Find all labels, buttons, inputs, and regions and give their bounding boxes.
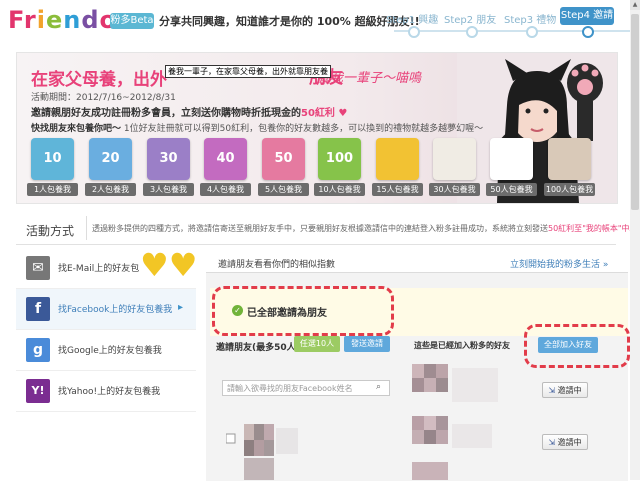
section-divider bbox=[16, 244, 616, 245]
banner-description: 邀請親朋好友成功註冊粉多會員，立刻送你購物時折抵現金的50紅利 ♥ bbox=[31, 104, 347, 119]
reward-badge-3: 30 bbox=[147, 138, 190, 180]
reward-badge-label: 100人包養我 bbox=[544, 183, 595, 196]
friend-search-input[interactable]: 請輸入欲尋找的朋友Facebook姓名 bbox=[222, 380, 390, 396]
joined-friends-heading: 這些是已經加入粉多的好友 bbox=[414, 341, 510, 350]
yahoo-icon: Y! bbox=[26, 379, 50, 403]
send-invite-button[interactable]: 發送邀請 bbox=[344, 336, 390, 352]
facebook-add-icon: ⇲ bbox=[548, 438, 556, 447]
select-ten-button[interactable]: 任選10人 bbox=[294, 336, 340, 352]
inviting-button[interactable]: ⇲ 邀請中 bbox=[542, 434, 588, 450]
step-4-dot bbox=[582, 26, 594, 38]
inviting-button[interactable]: ⇲ 邀請中 bbox=[542, 382, 588, 398]
banner-subtext-bold: 快找朋友來包養你吧～ bbox=[31, 124, 122, 134]
reward-badge-number: 20 bbox=[101, 151, 120, 166]
reward-badge-6: 100 bbox=[318, 138, 361, 180]
reward-badge-label: 10人包養我 bbox=[314, 183, 365, 196]
tagline: 分享共同興趣，知道誰才是你的 100% 超級好朋友!! bbox=[159, 15, 420, 28]
reward-badge-label: 2人包養我 bbox=[85, 183, 136, 196]
reward-badge-number: 10 bbox=[43, 151, 62, 166]
inviting-label: 邀請中 bbox=[557, 438, 582, 447]
friendo-logo[interactable]: Friendo bbox=[8, 6, 117, 34]
envelope-icon: ✉ bbox=[26, 256, 50, 280]
search-icon[interactable]: ⌕ bbox=[376, 382, 381, 392]
reward-badge-number: 40 bbox=[216, 151, 235, 166]
sidebar-item-label: 找Facebook上的好友包養我 bbox=[58, 305, 173, 315]
chevron-right-icon: ▸ bbox=[178, 302, 184, 313]
sidebar-item-google[interactable]: g 找Google上的好友包養我 bbox=[16, 330, 196, 371]
banner-subtext-body: 1位好友註冊就可以得到50紅利，包養你的好友數越多，可以換到的禮物就越多越夢幻喔… bbox=[123, 124, 484, 134]
step-1-dot bbox=[408, 26, 420, 38]
reward-badge-7 bbox=[376, 138, 419, 180]
howto-label: 活動方式 bbox=[26, 224, 75, 238]
reward-badge-4: 40 bbox=[204, 138, 247, 180]
reward-badge-label: 15人包養我 bbox=[372, 183, 423, 196]
event-date: 活動期間：2012/7/16~2012/8/31 bbox=[31, 93, 176, 103]
step-2: Step2 朋友 bbox=[444, 15, 497, 26]
howto-divider bbox=[86, 216, 87, 240]
reward-badge-10 bbox=[548, 138, 591, 180]
scroll-up-icon[interactable]: ▲ bbox=[630, 0, 640, 10]
sidebar-item-yahoo[interactable]: Y! 找Yahoo!上的好友包養我 bbox=[16, 371, 196, 412]
reward-badge-label: 5人包養我 bbox=[258, 183, 309, 196]
scrollbar-thumb[interactable] bbox=[631, 14, 639, 210]
hearts-decoration-icon: ♥♥ bbox=[140, 246, 198, 284]
step-1: Step1 興趣 bbox=[386, 15, 439, 26]
check-icon: ✓ bbox=[232, 305, 243, 316]
banner-subtext: 快找朋友來包養你吧～ 1位好友註冊就可以得到50紅利，包養你的好友數越多，可以換… bbox=[31, 121, 483, 134]
facebook-icon: f bbox=[26, 297, 50, 321]
banner-tooltip: 養我一輩子，在家靠父母養，出外就靠朋友養 bbox=[165, 65, 331, 78]
inviting-label: 邀請中 bbox=[557, 386, 582, 395]
reward-badge-label: 50人包養我 bbox=[486, 183, 537, 196]
step-3-dot bbox=[526, 26, 538, 38]
promo-banner: 在家父母養，出外 朋友 養我一輩子～喵嗚 養我一輩子，在家靠父母養，出外就靠朋友… bbox=[16, 52, 618, 204]
step-2-dot bbox=[466, 26, 478, 38]
sidebar-item-label: 找E-Mail上的好友包 bbox=[58, 264, 140, 274]
reward-badge-number: 30 bbox=[159, 151, 178, 166]
friend-list-item[interactable] bbox=[226, 424, 390, 480]
step-3: Step3 禮物 bbox=[504, 15, 557, 26]
notice-text: 已全部邀請為朋友 bbox=[247, 308, 327, 319]
banner-script-text: 養我一輩子～喵嗚 bbox=[317, 71, 422, 86]
reward-badge-label: 4人包養我 bbox=[200, 183, 251, 196]
steps-progress-line bbox=[394, 30, 634, 32]
howto-text: 透過粉多提供的四種方式，將邀請信寄送至親朋好友手中，只要親朋好友根據邀請信中的連… bbox=[92, 223, 638, 234]
reward-badge-8 bbox=[433, 138, 476, 180]
sidebar-item-label: 找Google上的好友包養我 bbox=[58, 346, 162, 356]
start-fundo-link[interactable]: 立刻開始我的粉多生活 » bbox=[510, 257, 608, 270]
reward-badge-9 bbox=[490, 138, 533, 180]
reward-badge-1: 10 bbox=[31, 138, 74, 180]
reward-badge-label: 30人包養我 bbox=[429, 183, 480, 196]
reward-badge-number: 50 bbox=[274, 151, 293, 166]
reward-badge-2: 20 bbox=[89, 138, 132, 180]
bonus-highlight: 50紅利 bbox=[301, 108, 335, 119]
reward-badge-label: 1人包養我 bbox=[27, 183, 78, 196]
howto-highlight: 50紅利至 bbox=[548, 224, 583, 233]
invite-friends-heading: 邀請朋友(最多50人) bbox=[216, 343, 300, 353]
reward-badge-label: 3人包養我 bbox=[143, 183, 194, 196]
facebook-add-icon: ⇲ bbox=[548, 386, 556, 395]
sidebar-item-label: 找Yahoo!上的好友包養我 bbox=[58, 387, 161, 397]
reward-badge-number: 100 bbox=[325, 151, 354, 166]
joined-friend-avatars bbox=[412, 364, 498, 480]
step-4-current: Step4 邀請 bbox=[560, 7, 614, 25]
banner-description-text: 邀請親朋好友成功註冊粉多會員，立刻送你購物時折抵現金的 bbox=[31, 108, 301, 119]
reward-badge-5: 50 bbox=[262, 138, 305, 180]
panel-title: 邀請朋友看看你們的相似指數 bbox=[218, 260, 336, 270]
howto-text-body: 透過粉多提供的四種方式，將邀請信寄送至親朋好友手中，只要親朋好友根據邀請信中的連… bbox=[92, 224, 548, 233]
heart-icon: ♥ bbox=[338, 108, 348, 119]
add-all-friends-button[interactable]: 全部加入好友 bbox=[538, 337, 598, 353]
beta-badge: 粉多Beta bbox=[110, 13, 154, 29]
google-icon: g bbox=[26, 338, 50, 362]
sidebar-item-facebook[interactable]: f 找Facebook上的好友包養我 ▸ bbox=[16, 289, 196, 330]
banner-title: 在家父母養，出外 bbox=[31, 70, 167, 90]
